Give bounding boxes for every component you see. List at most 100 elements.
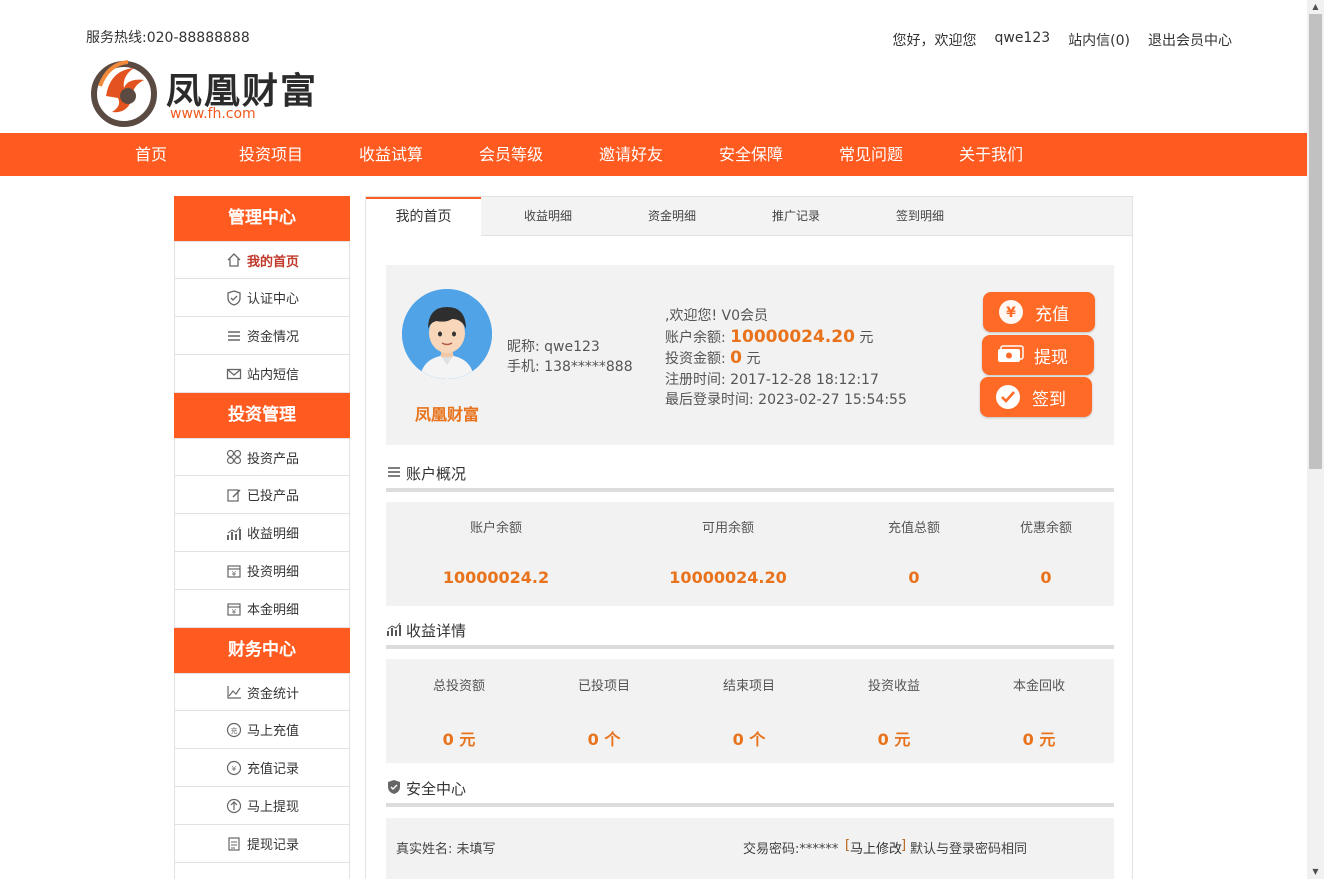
bar-chart-icon [225, 524, 243, 542]
stat-label: 已投项目 [577, 679, 630, 694]
bar-chart-icon [386, 621, 402, 641]
logout-link[interactable]: 退出会员中心 [1148, 30, 1232, 50]
security-center-title: 安全中心 [386, 778, 466, 799]
income-detail-box: 总投资额 0 元 已投项目 0 个 结束项目 0 个 投资收益 0 元 本金回收… [386, 659, 1114, 763]
sidebar-item-my-home[interactable]: 我的首页 [174, 241, 350, 279]
shield-icon [225, 289, 243, 307]
sidebar-item-label: 已投产品 [246, 489, 299, 504]
tab-my-home[interactable]: 我的首页 [366, 197, 481, 237]
vertical-scrollbar[interactable]: ▲ ▼ [1307, 0, 1324, 879]
account-overview-box: 账户余额 10000024.2 可用余额 10000024.20 充值总额 0 … [386, 502, 1114, 606]
income-detail-title: 收益详情 [386, 620, 466, 641]
messages-link[interactable]: 站内信(0) [1068, 30, 1130, 50]
sidebar-item-label: 本金明细 [246, 603, 299, 618]
yen-coin-icon: ¥ [997, 298, 1025, 326]
scroll-up-arrow-icon[interactable]: ▲ [1307, 0, 1324, 14]
sidebar-item-withdraw-records[interactable]: 提现记录 [174, 825, 350, 863]
shield-icon [386, 779, 402, 799]
svg-text:¥: ¥ [232, 608, 237, 616]
sidebar-item-label: 充值记录 [246, 762, 299, 777]
withdraw-icon [225, 797, 243, 815]
sidebar-item-recharge[interactable]: 充 马上充值 [174, 711, 350, 749]
tab-income-detail[interactable]: 收益明细 [486, 197, 610, 236]
balance-value: 10000024.20 [730, 326, 855, 347]
stat-label: 总投资额 [432, 679, 485, 694]
sidebar-item-label: 我的首页 [246, 254, 299, 270]
modify-password-link[interactable]: 马上修改 [850, 838, 902, 857]
stat-principal-recovered: 本金回收 0 元 [989, 675, 1089, 750]
sidebar-item-label: 认证中心 [246, 292, 299, 307]
sidebar-item-fund-stats[interactable]: 资金统计 [174, 673, 350, 711]
brand-name: 凤凰财富 [415, 405, 480, 424]
scrollbar-thumb[interactable] [1309, 14, 1322, 469]
section-title-text: 安全中心 [406, 780, 467, 798]
balance-unit: 元 [859, 329, 874, 346]
sidebar-item-label: 投资产品 [246, 451, 299, 467]
stat-value: 0 [908, 568, 920, 587]
withdraw-button[interactable]: 提现 [982, 335, 1094, 375]
nav-faq[interactable]: 常见问题 [839, 133, 903, 176]
tab-fund-detail[interactable]: 资金明细 [610, 197, 734, 236]
checkin-label: 签到 [1032, 389, 1066, 410]
account-overview-title: 账户概况 [386, 463, 466, 484]
sidebar-item-label: 提现记录 [246, 838, 299, 853]
checkin-button[interactable]: 签到 [980, 377, 1092, 417]
charge-icon: 充 [225, 721, 243, 739]
phone-label: 手机: [507, 359, 540, 375]
bracket-right: ] [901, 838, 907, 853]
logo[interactable]: 凤凰财富 www.fh.com [88, 56, 323, 128]
sidebar-item-funds[interactable]: 资金情况 [174, 317, 350, 355]
stat-label: 投资收益 [867, 679, 920, 694]
nav-membership[interactable]: 会员等级 [479, 133, 543, 176]
grid-circles-icon [225, 448, 243, 466]
charge-record-icon: ¥ [225, 759, 243, 777]
nav-calculator[interactable]: 收益试算 [359, 133, 423, 176]
stat-label: 账户余额 [469, 521, 522, 536]
sidebar-item-recharge-records[interactable]: ¥ 充值记录 [174, 749, 350, 787]
sidebar-item-more[interactable] [174, 863, 350, 879]
nickname-label: 昵称: [507, 339, 540, 355]
sidebar-item-label: 马上充值 [246, 724, 299, 739]
stat-label: 优惠余额 [1019, 521, 1072, 536]
nav-security[interactable]: 安全保障 [719, 133, 783, 176]
recharge-button[interactable]: ¥ 充值 [983, 292, 1095, 332]
sidebar-group-title: 财务中心 [174, 628, 350, 673]
stat-label: 充值总额 [887, 521, 940, 536]
sidebar-item-principal-detail[interactable]: ¥ 本金明细 [174, 590, 350, 628]
sidebar-item-invest-products[interactable]: 投资产品 [174, 438, 350, 476]
stat-finished-projects: 结束项目 0 个 [699, 675, 799, 750]
register-time: 注册时间: 2017-12-28 18:12:17 [665, 371, 879, 388]
sidebar-item-invested-products[interactable]: 已投产品 [174, 476, 350, 514]
security-box: 真实姓名: 未填写 交易密码:****** [ 马上修改 ] 默认与登录密码相同 [386, 818, 1114, 879]
list-icon [386, 464, 402, 484]
nav-invite[interactable]: 邀请好友 [599, 133, 663, 176]
avatar[interactable] [402, 289, 492, 379]
stat-value: 0 元 [442, 730, 476, 749]
last-login-time: 最后登录时间: 2023-02-27 15:54:55 [665, 392, 907, 408]
stat-account-balance: 账户余额 10000024.2 [416, 517, 576, 587]
stat-bonus-balance: 优惠余额 0 [996, 517, 1096, 587]
greeting-text: 您好，欢迎您 [892, 33, 977, 49]
sidebar-item-income-detail[interactable]: 收益明细 [174, 514, 350, 552]
sidebar-item-label: 投资明细 [246, 565, 299, 580]
stat-value: 10000024.2 [442, 568, 550, 587]
sidebar-item-invest-detail[interactable]: ¥ 投资明细 [174, 552, 350, 590]
nav-projects[interactable]: 投资项目 [239, 133, 303, 176]
tab-checkin-detail[interactable]: 签到明细 [858, 197, 982, 236]
calendar-yen-icon: ¥ [225, 562, 243, 580]
scroll-down-arrow-icon[interactable]: ▼ [1307, 865, 1324, 879]
nickname-value: qwe123 [544, 339, 600, 355]
sidebar-item-verification[interactable]: 认证中心 [174, 279, 350, 317]
username-link[interactable]: qwe123 [994, 30, 1050, 50]
sidebar-item-messages[interactable]: 站内短信 [174, 355, 350, 393]
sidebar-item-withdraw[interactable]: 马上提现 [174, 787, 350, 825]
user-basic-info: 昵称: qwe123 手机: 138*****888 [507, 337, 633, 377]
svg-text:充: 充 [230, 726, 237, 735]
nav-home[interactable]: 首页 [135, 133, 167, 176]
stat-investment-income: 投资收益 0 元 [844, 675, 944, 750]
tab-promotion-records[interactable]: 推广记录 [734, 197, 858, 236]
withdraw-label: 提现 [1034, 347, 1068, 368]
account-info: ,欢迎您! V0会员 账户余额: 10000024.20 元 投资金额: 0 元… [665, 306, 907, 411]
stat-value: 10000024.20 [669, 568, 787, 587]
nav-about[interactable]: 关于我们 [959, 133, 1023, 176]
